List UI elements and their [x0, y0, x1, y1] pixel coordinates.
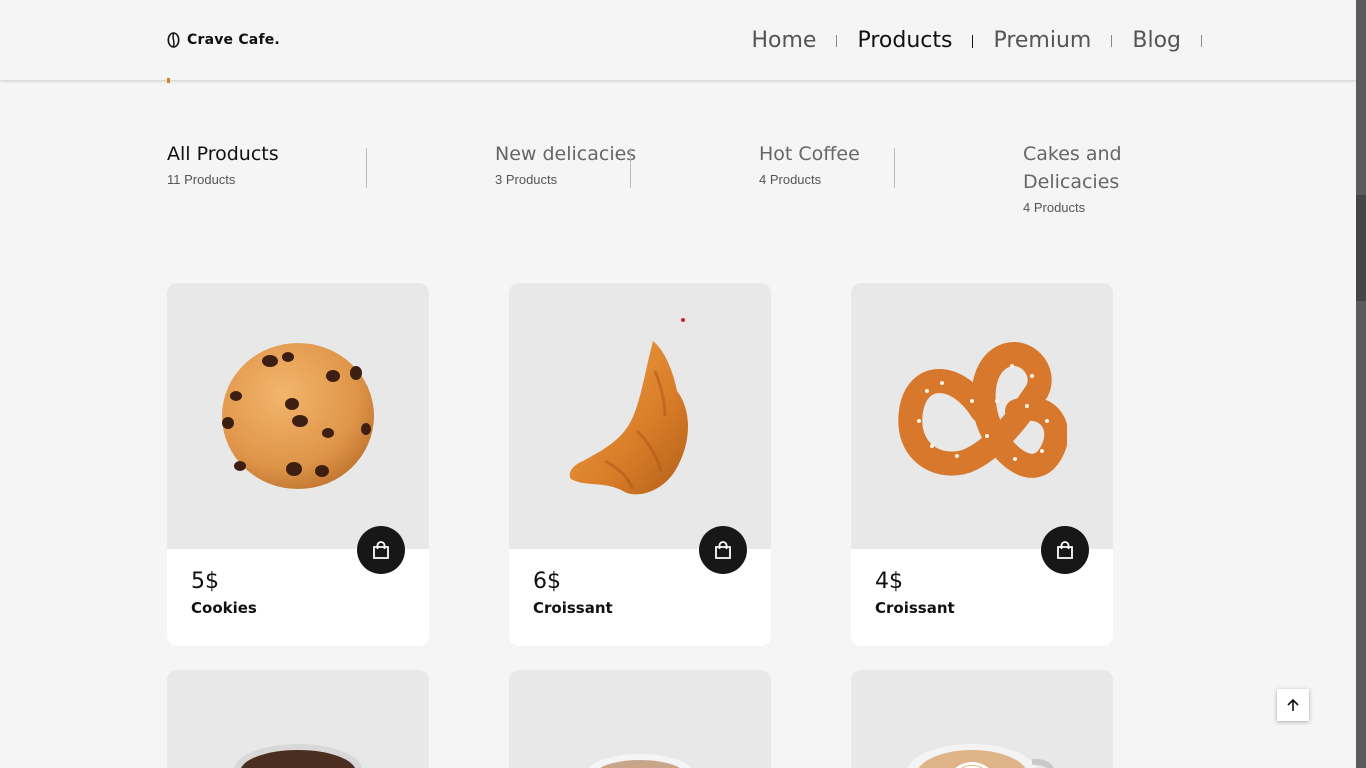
- nav-premium[interactable]: Premium: [973, 24, 1111, 58]
- nav-blog[interactable]: Blog: [1112, 24, 1201, 58]
- shopping-bag-icon: [715, 540, 731, 559]
- arrow-up-icon: [1287, 698, 1299, 711]
- category-title: Hot Coffee: [759, 143, 860, 165]
- product-image-area: [851, 670, 1113, 768]
- accent-mark: [167, 78, 170, 83]
- category-count: 11 Products: [167, 172, 236, 187]
- croissant-image: [569, 341, 688, 495]
- category-new-delicacies[interactable]: New delicacies 3 Products: [431, 140, 695, 215]
- product-image-area: [167, 670, 429, 768]
- cookie-image: [222, 343, 374, 489]
- product-image-area: [167, 283, 429, 574]
- category-divider: [366, 148, 367, 188]
- category-hot-coffee[interactable]: Hot Coffee 4 Products: [695, 140, 959, 215]
- coffee-cup-image: [234, 744, 362, 768]
- nav-products[interactable]: Products: [837, 24, 972, 58]
- product-card[interactable]: [167, 670, 429, 768]
- product-card[interactable]: 5$ Cookies: [167, 283, 429, 646]
- shopping-bag-icon: [373, 540, 389, 559]
- site-header: Crave Cafe. Home Products Premium Blog: [0, 0, 1356, 80]
- category-cakes-and-delicacies[interactable]: Cakes and Delicacies 4 Products: [959, 140, 1223, 215]
- page-scrollbar[interactable]: [1356, 0, 1366, 768]
- product-card[interactable]: 6$ Croissant: [509, 283, 771, 646]
- add-to-cart-button[interactable]: [699, 526, 747, 574]
- category-title: Cakes and Delicacies: [1023, 143, 1122, 193]
- latte-cup-image: [907, 744, 1054, 768]
- coffee-bean-icon: [167, 32, 180, 48]
- category-divider: [630, 148, 631, 188]
- product-card[interactable]: [851, 670, 1113, 768]
- scroll-track-lower: [1356, 301, 1366, 768]
- product-image-area: [509, 283, 771, 574]
- product-image-area: [509, 670, 771, 768]
- category-count: 4 Products: [1023, 200, 1086, 215]
- back-to-top-button[interactable]: [1277, 689, 1309, 721]
- category-title: All Products: [167, 143, 279, 165]
- category-divider: [894, 148, 895, 188]
- scroll-thumb[interactable]: [1356, 195, 1366, 301]
- category-filter: All Products 11 Products New delicacies …: [167, 140, 1223, 215]
- product-name[interactable]: Croissant: [875, 599, 1089, 617]
- product-card[interactable]: 4$ Croissant: [851, 283, 1113, 646]
- category-count: 4 Products: [759, 172, 822, 187]
- category-title: New delicacies: [495, 143, 637, 165]
- scroll-track-upper: [1356, 0, 1366, 195]
- shopping-bag-icon: [1057, 540, 1073, 559]
- product-name[interactable]: Croissant: [533, 599, 747, 617]
- add-to-cart-button[interactable]: [1041, 526, 1089, 574]
- coffee-cup-image: [588, 754, 692, 768]
- brand-logo[interactable]: Crave Cafe.: [167, 32, 280, 48]
- product-image-area: [851, 283, 1113, 574]
- main-nav: Home Products Premium Blog: [731, 24, 1202, 58]
- indicator-dot: [681, 318, 685, 322]
- nav-home[interactable]: Home: [731, 24, 836, 58]
- category-count: 3 Products: [495, 172, 558, 187]
- pretzel-image: [898, 342, 1067, 478]
- add-to-cart-button[interactable]: [357, 526, 405, 574]
- category-all-products[interactable]: All Products 11 Products: [167, 140, 431, 215]
- product-card[interactable]: [509, 670, 771, 768]
- nav-divider: [1201, 35, 1202, 47]
- product-name[interactable]: Cookies: [191, 599, 405, 617]
- brand-name: Crave Cafe.: [187, 32, 280, 48]
